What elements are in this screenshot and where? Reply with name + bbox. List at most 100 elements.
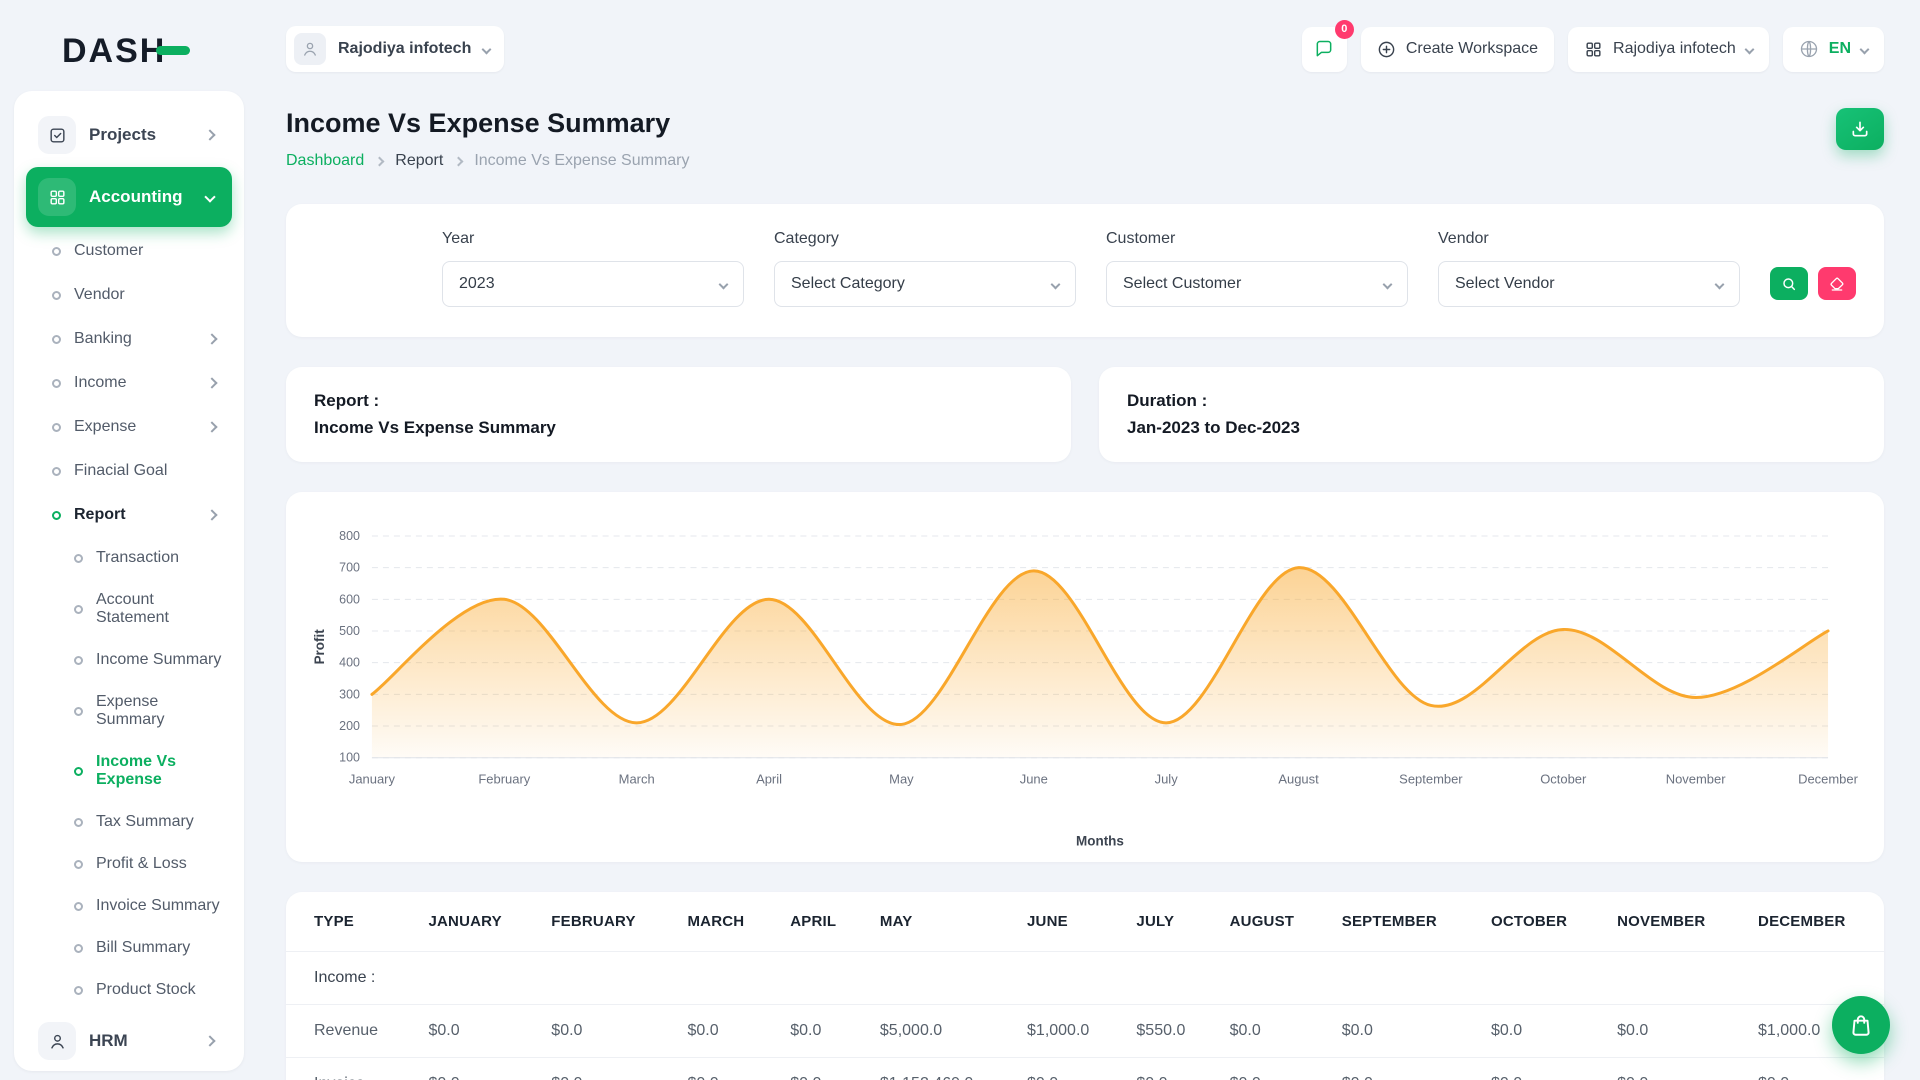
svg-text:May: May (889, 772, 914, 787)
sidebar-item-label: Banking (74, 330, 132, 348)
area-fill (372, 568, 1828, 758)
apply-filter-button[interactable] (1770, 267, 1808, 300)
sidebar-item-profit-loss[interactable]: Profit & Loss (26, 845, 232, 883)
sidebar-item-label: Profit & Loss (96, 855, 187, 873)
sidebar-item-report[interactable]: Report (26, 495, 232, 535)
cell-value: $0.0 (1744, 1057, 1884, 1080)
sidebar-item-income-summary[interactable]: Income Summary (26, 641, 232, 679)
account-menu[interactable]: Rajodiya infotech (1568, 27, 1769, 72)
column-header: APRIL (776, 892, 866, 952)
sidebar-item-label: Report (74, 506, 126, 524)
sidebar-item-banking[interactable]: Banking (26, 319, 232, 359)
search-icon (1781, 276, 1797, 292)
svg-text:100: 100 (339, 751, 360, 765)
filter-actions (1770, 267, 1856, 300)
year-select[interactable]: 2023 (442, 261, 744, 307)
cell-value: $1,152,469.0 (866, 1057, 1013, 1080)
summary-cards: Report : Income Vs Expense Summary Durat… (286, 367, 1884, 462)
svg-text:500: 500 (339, 624, 360, 638)
page-header: Income Vs Expense Summary DashboardRepor… (286, 108, 1884, 170)
sidebar-item-label: Income Vs Expense (96, 753, 222, 789)
chevron-right-icon (206, 509, 217, 520)
cell-value: $0.0 (673, 1057, 776, 1080)
column-header: NOVEMBER (1603, 892, 1744, 952)
chevron-down-icon (204, 191, 215, 202)
svg-text:400: 400 (339, 656, 360, 670)
sidebar-item-label: Income (74, 374, 126, 392)
sidebar-item-customer[interactable]: Customer (26, 231, 232, 271)
customer-filter: CustomerSelect Customer (1106, 230, 1408, 307)
workspace-selector[interactable]: Rajodiya infotech (286, 26, 504, 72)
chevron-down-icon (482, 44, 492, 54)
svg-text:October: October (1540, 772, 1587, 787)
column-header: FEBRUARY (537, 892, 673, 952)
sidebar-item-label: Transaction (96, 549, 179, 567)
sidebar-item-bill-summary[interactable]: Bill Summary (26, 929, 232, 967)
sidebar-item-invoice-summary[interactable]: Invoice Summary (26, 887, 232, 925)
messenger-button[interactable]: 0 (1302, 27, 1347, 72)
breadcrumb-separator-icon (454, 156, 464, 166)
bullet-icon (52, 335, 61, 344)
svg-text:June: June (1020, 772, 1048, 787)
sidebar-item-expense[interactable]: Expense (26, 407, 232, 447)
svg-text:200: 200 (339, 719, 360, 733)
sidebar-item-product-stock[interactable]: Product Stock (26, 971, 232, 1009)
sidebar-item-tax-summary[interactable]: Tax Summary (26, 803, 232, 841)
chat-badge: 0 (1335, 20, 1354, 39)
svg-text:Months: Months (1076, 834, 1124, 849)
breadcrumb: DashboardReportIncome Vs Expense Summary (286, 152, 690, 170)
chart-card: 100200300400500600700800JanuaryFebruaryM… (286, 492, 1884, 862)
topbar: Rajodiya infotech 0 Create Workspace Raj… (286, 26, 1884, 72)
grid-icon (1584, 40, 1603, 59)
create-workspace-label: Create Workspace (1406, 40, 1538, 58)
customer-select[interactable]: Select Customer (1106, 261, 1408, 307)
brand-dash-icon (156, 46, 190, 55)
chevron-down-icon (1860, 44, 1870, 54)
sidebar-item-income[interactable]: Income (26, 363, 232, 403)
svg-text:August: August (1278, 772, 1319, 787)
vendor-select[interactable]: Select Vendor (1438, 261, 1740, 307)
income-expense-chart: 100200300400500600700800JanuaryFebruaryM… (306, 520, 1864, 854)
category-select[interactable]: Select Category (774, 261, 1076, 307)
sidebar-item-accounting[interactable]: Accounting (26, 167, 232, 227)
create-workspace-button[interactable]: Create Workspace (1361, 27, 1554, 72)
sidebar-item-account-statement[interactable]: Account Statement (26, 581, 232, 637)
sidebar-item-label: Expense Summary (96, 693, 222, 729)
column-header: OCTOBER (1477, 892, 1603, 952)
brand-name: DASH (62, 32, 166, 70)
addon-cart-button[interactable] (1832, 996, 1890, 1054)
breadcrumb-item[interactable]: Dashboard (286, 152, 364, 170)
plus-circle-icon (1377, 40, 1396, 59)
sidebar-item-hrm[interactable]: HRM (26, 1013, 232, 1069)
sidebar-item-income-vs-expense[interactable]: Income Vs Expense (26, 743, 232, 799)
column-header: SEPTEMBER (1328, 892, 1477, 952)
svg-text:November: November (1666, 772, 1727, 787)
filter-card: Year2023CategorySelect CategoryCustomerS… (286, 204, 1884, 337)
bullet-icon (52, 423, 61, 432)
column-header: JANUARY (414, 892, 537, 952)
download-icon (1850, 119, 1870, 139)
sidebar-item-expense-summary[interactable]: Expense Summary (26, 683, 232, 739)
sidebar-panel: ProjectsAccountingCustomerVendor Banking I… (14, 91, 244, 1071)
reset-filter-button[interactable] (1818, 267, 1856, 300)
cell-value: $550.0 (1122, 1004, 1215, 1057)
cell-value: $0.0 (673, 1004, 776, 1057)
column-header: MAY (866, 892, 1013, 952)
bullet-icon (74, 554, 83, 563)
sidebar-item-transaction[interactable]: Transaction (26, 539, 232, 577)
breadcrumb-item[interactable]: Report (395, 152, 443, 170)
bullet-icon (74, 902, 83, 911)
download-button[interactable] (1836, 108, 1884, 150)
language-menu[interactable]: EN (1783, 27, 1884, 72)
sidebar-item-label: HRM (89, 1031, 128, 1051)
chevron-down-icon (1051, 279, 1061, 289)
filter-fields: Year2023CategorySelect CategoryCustomerS… (442, 230, 1740, 307)
year-filter: Year2023 (442, 230, 744, 307)
chevron-down-icon (719, 279, 729, 289)
sidebar-item-vendor[interactable]: Vendor (26, 275, 232, 315)
brand-logo[interactable]: DASH (0, 0, 186, 85)
shopping-bag-icon (1848, 1012, 1874, 1038)
sidebar-item-projects[interactable]: Projects (26, 107, 232, 163)
sidebar-item-label: Tax Summary (96, 813, 194, 831)
sidebar-item-finacial-goal[interactable]: Finacial Goal (26, 451, 232, 491)
